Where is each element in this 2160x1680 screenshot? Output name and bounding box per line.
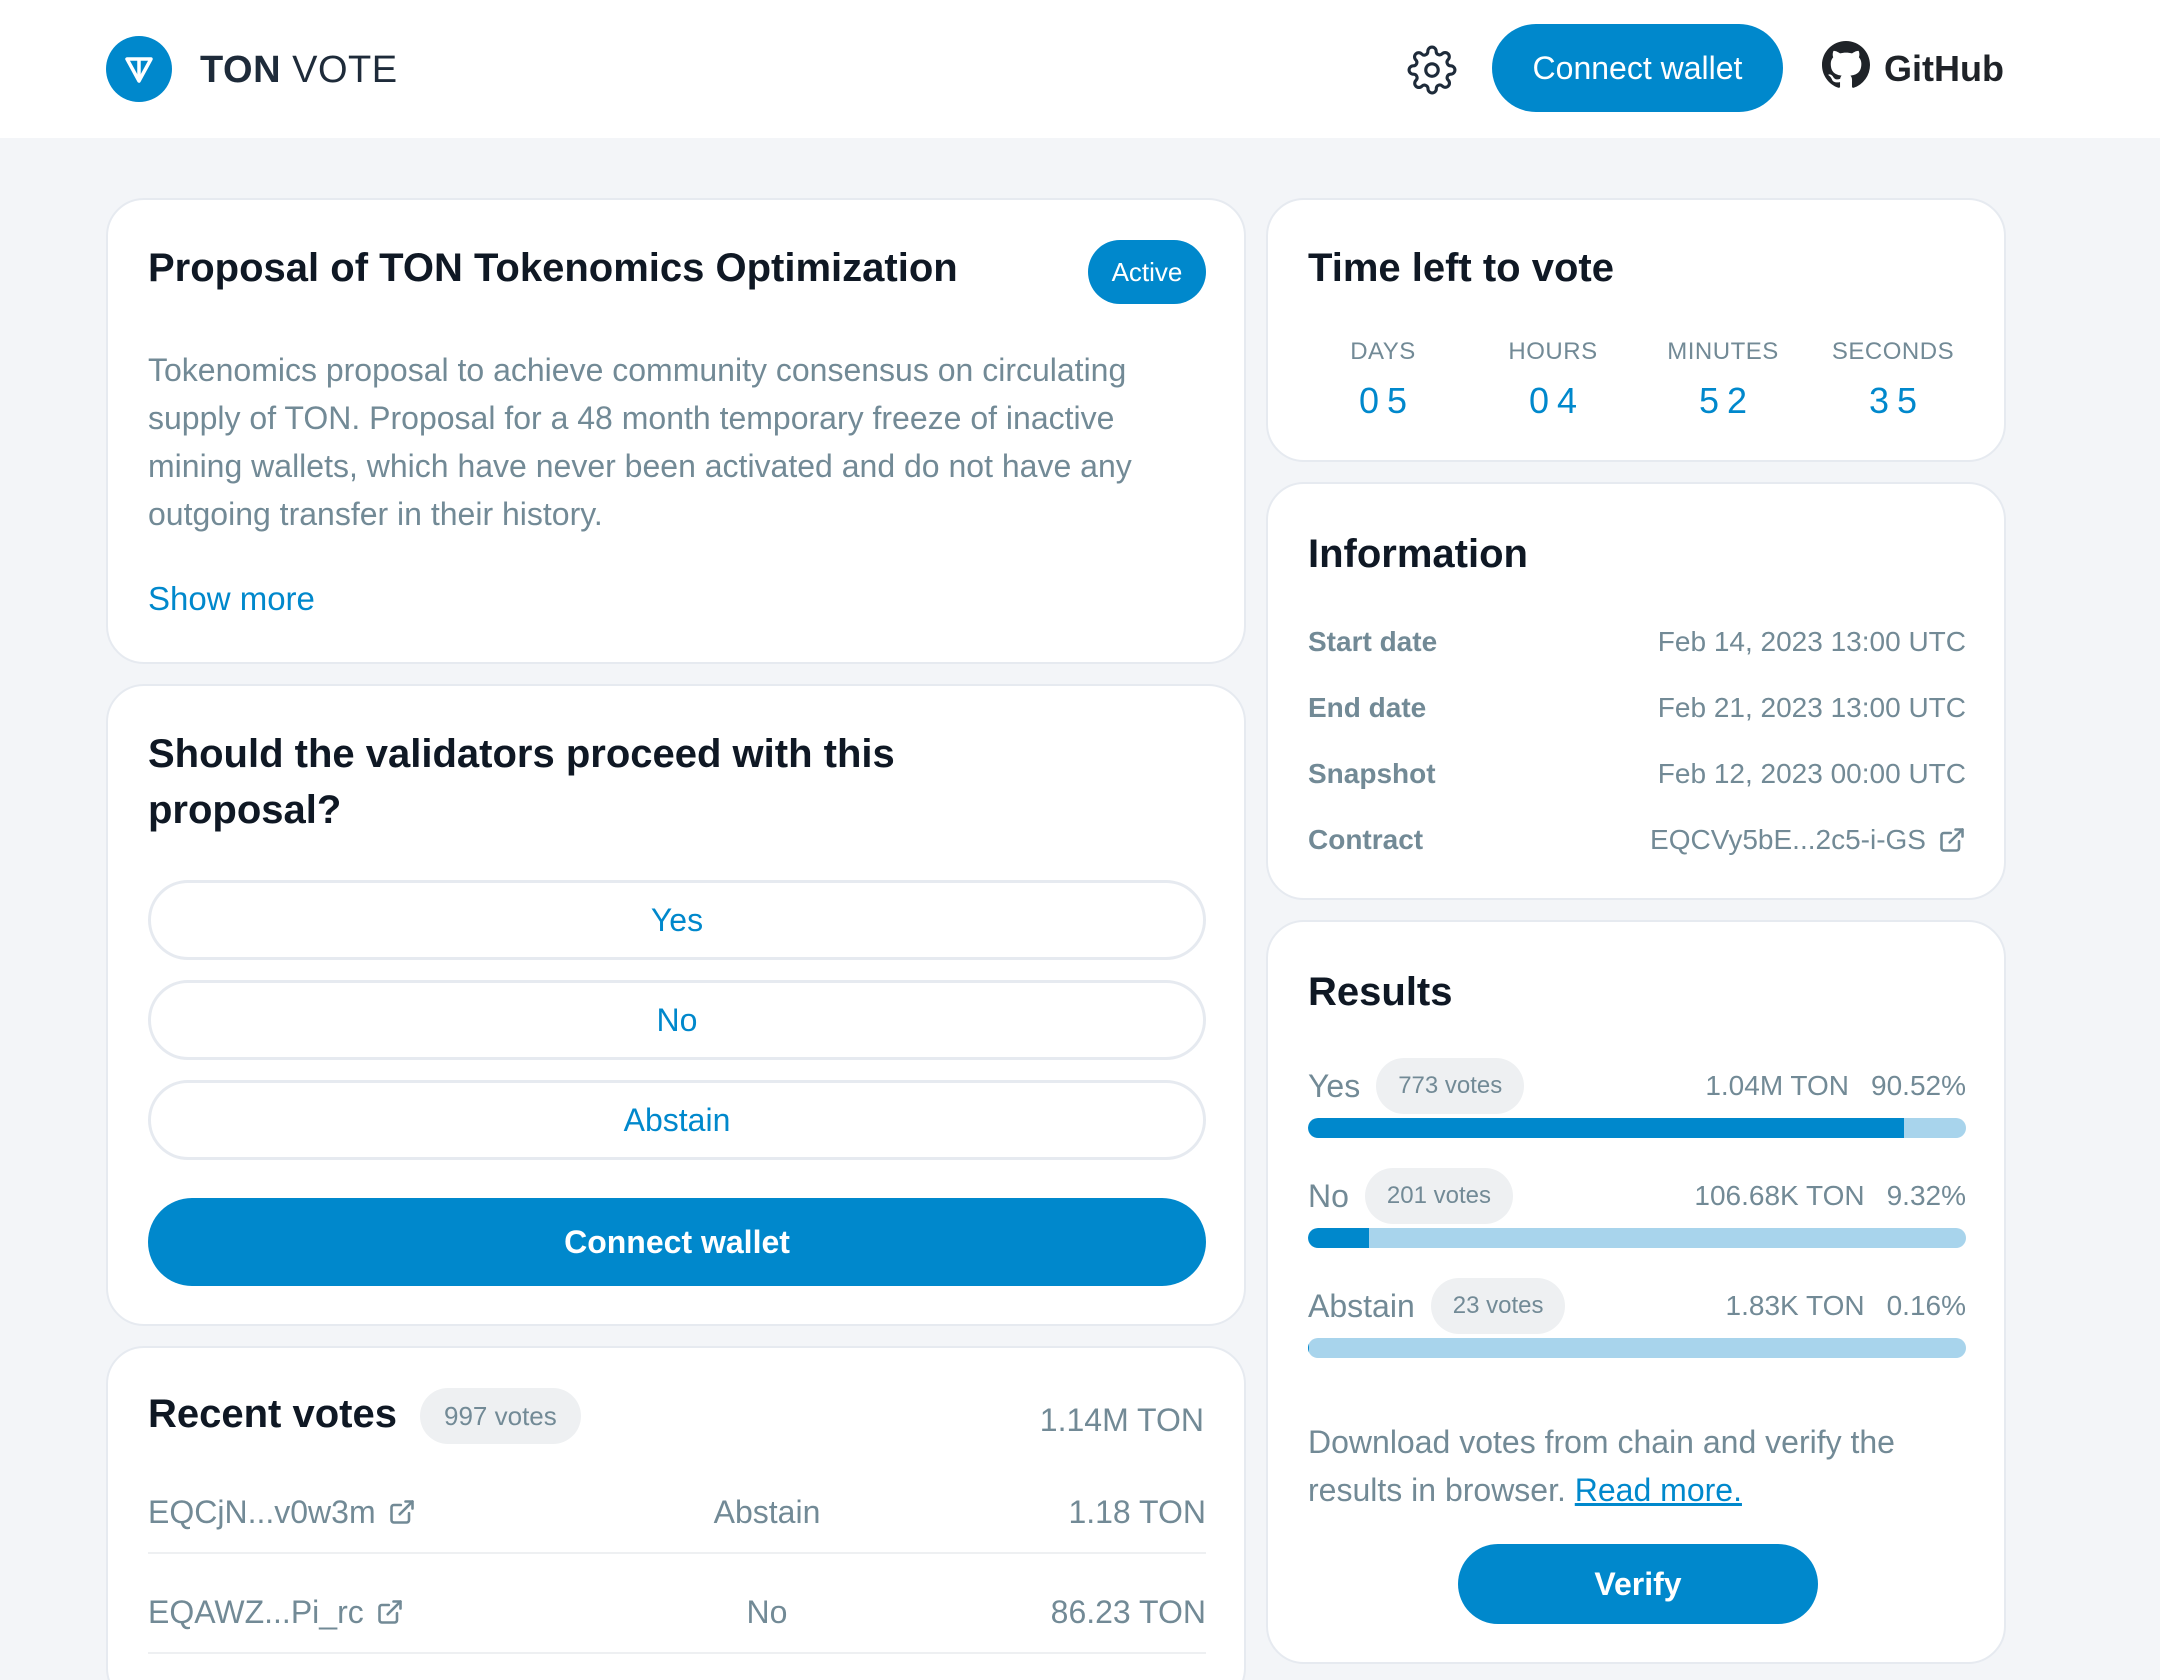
info-row-snapshot: Snapshot Feb 12, 2023 00:00 UTC — [1308, 754, 1966, 794]
voter-address: EQAWZ...Pi_rc — [148, 1593, 364, 1630]
result-name: No — [1308, 1177, 1349, 1214]
result-row-no: No 201 votes 106.68K TON 9.32% — [1308, 1168, 1966, 1224]
info-key: End date — [1308, 692, 1427, 723]
result-name: Abstain — [1308, 1287, 1415, 1324]
vote-amount: 86.23 TON — [1050, 1593, 1206, 1630]
countdown-label: HOURS — [1508, 338, 1598, 365]
information-title: Information — [1308, 532, 1528, 576]
external-link-icon — [389, 1500, 414, 1524]
countdown-value: 04 — [1528, 380, 1586, 421]
result-bar-abstain — [1308, 1338, 1966, 1358]
vote-amount: 1.18 TON — [1068, 1493, 1206, 1530]
result-percent: 9.32% — [1886, 1180, 1966, 1211]
question-title: Should the validators proceed with this … — [148, 732, 895, 832]
vote-option-abstain[interactable]: Abstain — [148, 1080, 1206, 1160]
result-bar-yes — [1308, 1118, 1966, 1138]
result-ton: 1.83K TON — [1725, 1290, 1865, 1321]
countdown-hours: HOURS 04 — [1468, 338, 1638, 422]
countdown-days: DAYS 05 — [1298, 338, 1468, 422]
vote-option-no[interactable]: No — [148, 980, 1206, 1060]
info-row-contract: Contract EQCVy5bE...2c5-i-GS — [1308, 820, 1966, 860]
result-votes: 773 votes — [1376, 1058, 1525, 1114]
vote-option-yes[interactable]: Yes — [148, 880, 1206, 960]
information-card: Information Start date Feb 14, 2023 13:0… — [1266, 482, 2006, 900]
time-left-title: Time left to vote — [1308, 246, 1614, 290]
github-link[interactable]: GitHub — [1822, 40, 2004, 98]
info-value: Feb 14, 2023 13:00 UTC — [1657, 626, 1966, 657]
proposal-title: Proposal of TON Tokenomics Optimization — [148, 246, 958, 290]
proposal-description: Tokenomics proposal to achieve community… — [148, 352, 1132, 532]
result-percent: 0.16% — [1886, 1290, 1966, 1321]
result-percent: 90.52% — [1871, 1070, 1966, 1101]
result-name: Yes — [1308, 1067, 1361, 1104]
countdown-value: 35 — [1868, 380, 1926, 421]
table-row: EQAWZ...Pi_rc No 86.23 TON — [148, 1562, 1206, 1662]
result-row-abstain: Abstain 23 votes 1.83K TON 0.16% — [1308, 1278, 1966, 1334]
info-key: Snapshot — [1308, 758, 1436, 789]
verify-description: Download votes from chain and verify the… — [1308, 1418, 1968, 1514]
status-badge: Active — [1088, 240, 1206, 304]
result-ton: 1.04M TON — [1705, 1070, 1850, 1101]
result-bar-fill — [1308, 1118, 1904, 1138]
results-card: Results Yes 773 votes 1.04M TON 90.52% N… — [1266, 920, 2006, 1664]
github-icon — [1822, 40, 1870, 98]
gear-icon[interactable] — [1406, 44, 1458, 96]
info-row-start-date: Start date Feb 14, 2023 13:00 UTC — [1308, 622, 1966, 662]
result-votes: 201 votes — [1364, 1168, 1513, 1224]
verify-button[interactable]: Verify — [1458, 1544, 1818, 1624]
voter-address: EQCjN...v0w3m — [148, 1493, 376, 1530]
vote-choice: No — [746, 1593, 788, 1630]
table-row: EQCjN...v0w3m Abstain 1.18 TON — [148, 1462, 1206, 1562]
external-link-icon — [377, 1600, 402, 1624]
row-divider — [148, 1552, 1206, 1554]
brand-bold: TON — [200, 49, 282, 91]
vote-question-card: Should the validators proceed with this … — [106, 684, 1246, 1326]
info-key: Contract — [1308, 824, 1424, 855]
countdown-seconds: SECONDS 35 — [1808, 338, 1978, 422]
brand-light: VOTE — [292, 49, 398, 91]
results-title: Results — [1308, 970, 1453, 1014]
result-bar-fill — [1308, 1338, 1310, 1358]
ton-logo-icon[interactable] — [106, 36, 172, 102]
header-connect-wallet-button[interactable]: Connect wallet — [1492, 24, 1783, 112]
recent-votes-count: 997 votes — [420, 1388, 581, 1444]
result-votes: 23 votes — [1430, 1278, 1566, 1334]
recent-votes-title: Recent votes — [148, 1392, 397, 1436]
read-more-link[interactable]: Read more. — [1575, 1472, 1742, 1508]
info-key: Start date — [1308, 626, 1438, 657]
contract-link[interactable]: EQCVy5bE...2c5-i-GS — [1650, 824, 1966, 856]
github-label: GitHub — [1884, 48, 2004, 89]
countdown-label: DAYS — [1350, 338, 1416, 365]
countdown-value: 05 — [1358, 380, 1416, 421]
voter-address-link[interactable]: EQCjN...v0w3m — [148, 1494, 548, 1531]
countdown-label: SECONDS — [1831, 338, 1955, 365]
info-value: Feb 12, 2023 00:00 UTC — [1657, 758, 1966, 789]
recent-votes-total: 1.14M TON — [1039, 1402, 1204, 1438]
proposal-card: Proposal of TON Tokenomics Optimization … — [106, 198, 1246, 664]
result-bar-no — [1308, 1228, 1966, 1248]
countdown-value: 52 — [1698, 380, 1756, 421]
external-link-icon — [1940, 828, 1964, 852]
contract-address: EQCVy5bE...2c5-i-GS — [1650, 824, 1926, 855]
show-more-link[interactable]: Show more — [148, 580, 315, 618]
time-left-card: Time left to vote DAYS 05 HOURS 04 MINUT… — [1266, 198, 2006, 462]
countdown-minutes: MINUTES 52 — [1638, 338, 1808, 422]
app-header: TON VOTE Connect wallet GitHub — [0, 0, 2160, 138]
result-ton: 106.68K TON — [1694, 1180, 1865, 1211]
info-row-end-date: End date Feb 21, 2023 13:00 UTC — [1308, 688, 1966, 728]
recent-votes-card: Recent votes 997 votes 1.14M TON EQCjN..… — [106, 1346, 1246, 1680]
connect-wallet-button[interactable]: Connect wallet — [148, 1198, 1206, 1286]
row-divider — [148, 1652, 1206, 1654]
vote-choice: Abstain — [713, 1493, 821, 1530]
result-bar-fill — [1308, 1228, 1370, 1248]
voter-address-link[interactable]: EQAWZ...Pi_rc — [148, 1594, 548, 1631]
brand-name[interactable]: TON VOTE — [200, 48, 398, 92]
result-row-yes: Yes 773 votes 1.04M TON 90.52% — [1308, 1058, 1966, 1114]
countdown-label: MINUTES — [1667, 338, 1779, 365]
info-value: Feb 21, 2023 13:00 UTC — [1657, 692, 1966, 723]
